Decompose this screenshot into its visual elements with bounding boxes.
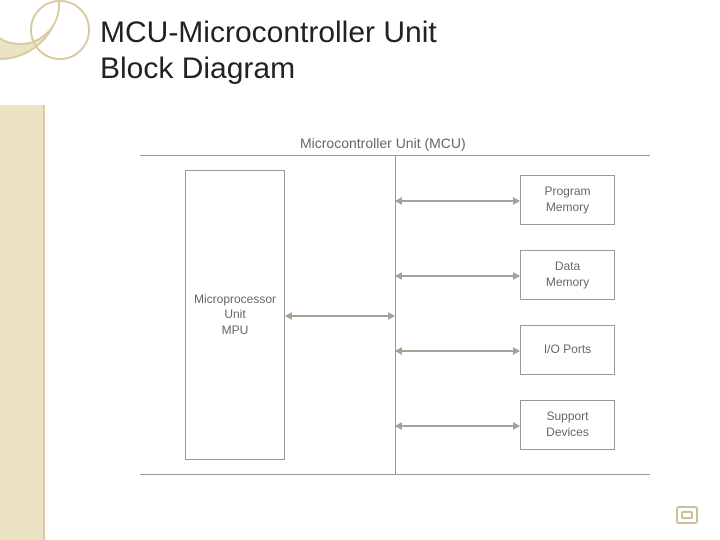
mpu-block: MicroprocessorUnitMPU — [185, 170, 285, 460]
mcu-block-diagram: MicroprocessorUnitMPU ProgramMemory Data… — [140, 155, 650, 475]
arrow-bus-program-memory — [396, 200, 519, 202]
mpu-label: MicroprocessorUnitMPU — [194, 292, 276, 339]
diagram-caption: Microcontroller Unit (MCU) — [300, 135, 466, 151]
arrow-mpu-bus — [286, 315, 394, 317]
program-memory-block: ProgramMemory — [520, 175, 615, 225]
arrow-bus-support-devices — [396, 425, 519, 427]
arrow-bus-data-memory — [396, 275, 519, 277]
program-memory-label: ProgramMemory — [544, 184, 590, 215]
slide-decoration — [0, 105, 45, 540]
io-ports-block: I/O Ports — [520, 325, 615, 375]
title-line-1: MCU-Microcontroller Unit — [100, 16, 437, 49]
slide-decoration — [30, 0, 90, 60]
title-line-2: Block Diagram — [100, 52, 295, 85]
slide-title: MCU-Microcontroller Unit Block Diagram — [100, 15, 660, 87]
slide-template-icon — [676, 506, 698, 524]
data-memory-label: DataMemory — [546, 259, 589, 290]
support-devices-block: SupportDevices — [520, 400, 615, 450]
support-devices-label: SupportDevices — [546, 409, 589, 440]
arrow-bus-io-ports — [396, 350, 519, 352]
data-memory-block: DataMemory — [520, 250, 615, 300]
io-ports-label: I/O Ports — [544, 342, 591, 358]
